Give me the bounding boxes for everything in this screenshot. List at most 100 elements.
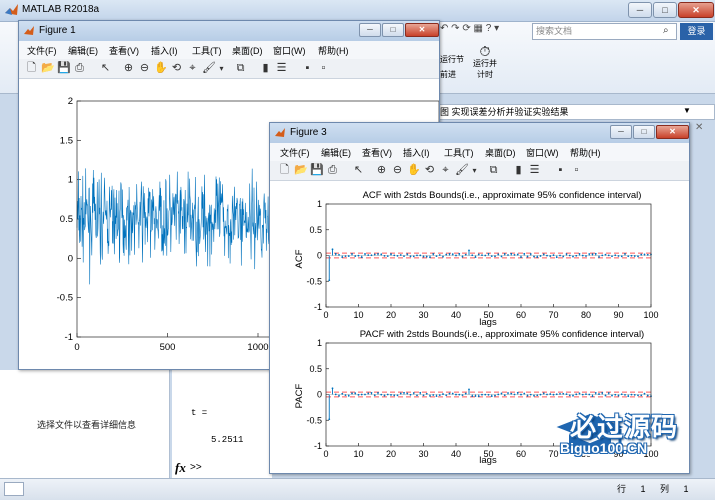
menu-view[interactable]: 查看(V): [362, 146, 392, 159]
colorbar-icon[interactable]: ▮: [512, 164, 525, 177]
menu-desktop[interactable]: 桌面(D): [485, 146, 516, 159]
pacf-y-ticks: 1 0.5 0 -0.5 -1: [306, 338, 329, 451]
pointer-icon[interactable]: ↖: [352, 164, 365, 177]
chevron-down-icon[interactable]: ▾: [494, 23, 499, 34]
chevron-down-icon[interactable]: ▼: [683, 106, 691, 115]
search-icon[interactable]: ⌕: [663, 25, 669, 36]
new-figure-icon[interactable]: 🗋: [278, 164, 291, 177]
menu-insert[interactable]: 插入(I): [151, 44, 178, 57]
stem-marker: [416, 254, 418, 257]
zoom-out-icon[interactable]: ⊖: [138, 62, 151, 75]
menu-file[interactable]: 文件(F): [27, 44, 57, 57]
zoom-in-icon[interactable]: ⊕: [122, 62, 135, 75]
legend-icon[interactable]: ☰: [275, 62, 288, 75]
current-folder-bar[interactable]: 图 实现误差分析并验证实验结果: [437, 104, 715, 120]
menu-window[interactable]: 窗口(W): [273, 44, 306, 57]
refresh-icon[interactable]: ⟳: [462, 23, 470, 34]
figure1-close-button[interactable]: ✕: [405, 23, 439, 37]
stem-marker: [575, 254, 578, 257]
stem-marker: [516, 391, 519, 394]
menu-tools[interactable]: 工具(T): [192, 44, 222, 57]
new-figure-icon[interactable]: 🗋: [25, 62, 38, 75]
stem-marker: [409, 393, 412, 396]
show-tools-icon[interactable]: ▫: [317, 62, 330, 75]
colorbar-icon[interactable]: ▮: [259, 62, 272, 75]
ribbon-run-section[interactable]: 运行节 前进: [440, 54, 464, 80]
main-window-title: MATLAB R2018a: [22, 4, 100, 15]
figure1-titlebar[interactable]: Figure 1 ─ □ ✕: [19, 21, 439, 41]
open-icon[interactable]: 📂: [41, 62, 55, 75]
figure1-minimize-button[interactable]: ─: [359, 23, 381, 37]
undo-icon[interactable]: ↶: [440, 23, 448, 34]
stem-marker: [497, 253, 500, 256]
minimize-button[interactable]: ─: [628, 2, 652, 18]
link-plot-icon[interactable]: ⧉: [234, 62, 247, 75]
rotate-icon[interactable]: ⟲: [423, 164, 436, 177]
menu-tools[interactable]: 工具(T): [444, 146, 474, 159]
stem-marker: [399, 392, 402, 395]
brush-icon[interactable]: 🖌: [202, 62, 216, 75]
maximize-button[interactable]: □: [653, 2, 677, 18]
figure3-titlebar[interactable]: Figure 3 ─ □ ✕: [270, 123, 689, 143]
stem-marker: [484, 254, 487, 257]
close-button[interactable]: ✕: [678, 2, 714, 18]
stem-marker: [468, 388, 470, 391]
save-icon[interactable]: 💾: [310, 164, 324, 177]
redo-icon[interactable]: ↷: [451, 23, 459, 34]
help-icon[interactable]: ?: [486, 23, 492, 34]
figure3-maximize-button[interactable]: □: [633, 125, 655, 139]
y-tick-label: 1: [68, 175, 73, 186]
layout-icon[interactable]: ▦: [474, 23, 483, 34]
pan-icon[interactable]: ✋: [154, 62, 168, 75]
hide-tools-icon[interactable]: ▪: [301, 62, 314, 75]
menu-window[interactable]: 窗口(W): [526, 146, 559, 159]
run-and-time-button[interactable]: ⏱ 运行并计时: [470, 44, 500, 80]
stem-marker: [328, 279, 331, 282]
zoom-in-icon[interactable]: ⊕: [375, 164, 388, 177]
command-window[interactable]: [172, 370, 272, 478]
function-browser-icon[interactable]: fx: [175, 460, 186, 476]
stem-marker: [565, 253, 568, 255]
stem-marker: [549, 255, 552, 257]
menu-help[interactable]: 帮助(H): [570, 146, 601, 159]
brush-icon[interactable]: 🖌: [455, 164, 469, 177]
pan-icon[interactable]: ✋: [407, 164, 421, 177]
pointer-icon[interactable]: ↖: [99, 62, 112, 75]
rotate-icon[interactable]: ⟲: [170, 62, 183, 75]
stem-marker: [403, 391, 405, 394]
link-plot-icon[interactable]: ⧉: [487, 164, 500, 177]
menu-file[interactable]: 文件(F): [280, 146, 310, 159]
search-documentation-input[interactable]: 搜索文档: [532, 23, 677, 40]
stem-marker: [594, 252, 597, 255]
menu-edit[interactable]: 编辑(E): [68, 44, 98, 57]
hide-tools-icon[interactable]: ▪: [554, 164, 567, 177]
save-icon[interactable]: 💾: [57, 62, 71, 75]
panel-close-icon[interactable]: ✕: [695, 122, 703, 133]
figure3-close-button[interactable]: ✕: [656, 125, 689, 139]
status-row: 行 1: [617, 482, 646, 495]
menu-desktop[interactable]: 桌面(D): [232, 44, 263, 57]
legend-icon[interactable]: ☰: [528, 164, 541, 177]
main-titlebar: MATLAB R2018a ─ □ ✕: [0, 0, 715, 22]
open-icon[interactable]: 📂: [294, 164, 308, 177]
data-cursor-icon[interactable]: ⌖: [186, 62, 199, 75]
data-cursor-icon[interactable]: ⌖: [439, 164, 452, 177]
menu-insert[interactable]: 插入(I): [403, 146, 430, 159]
chevron-down-icon[interactable]: ▾: [215, 62, 228, 75]
menu-view[interactable]: 查看(V): [109, 44, 139, 57]
command-prompt[interactable]: >>: [190, 462, 202, 473]
zoom-out-icon[interactable]: ⊖: [391, 164, 404, 177]
login-button[interactable]: 登录: [680, 23, 713, 40]
quick-access-toolbar[interactable]: ↶ ↷ ⟳ ▦ ? ▾: [440, 23, 530, 40]
stem-marker: [435, 395, 438, 398]
chevron-down-icon[interactable]: ▾: [468, 164, 481, 177]
x-tick-label: 20: [386, 449, 396, 459]
figure1-maximize-button[interactable]: □: [382, 23, 404, 37]
figure3-minimize-button[interactable]: ─: [610, 125, 632, 139]
print-icon[interactable]: ⎙: [73, 62, 86, 75]
menu-edit[interactable]: 编辑(E): [321, 146, 351, 159]
menu-help[interactable]: 帮助(H): [318, 44, 349, 57]
stem-marker: [438, 254, 441, 256]
print-icon[interactable]: ⎙: [326, 164, 339, 177]
show-tools-icon[interactable]: ▫: [570, 164, 583, 177]
